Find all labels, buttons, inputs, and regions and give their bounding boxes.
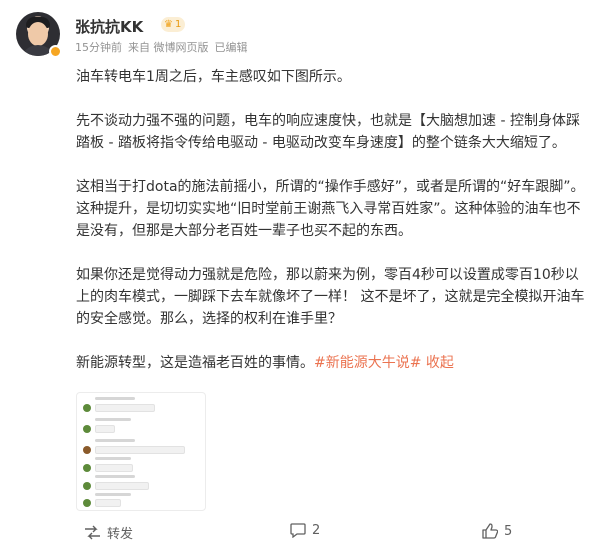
comment-icon (290, 523, 306, 538)
paragraph-2: 先不谈动力强不强的问题，电车的响应速度快，也就是【大脑想加速 - 控制身体踩踏板… (76, 113, 580, 151)
chat-row (83, 462, 133, 474)
username[interactable]: 张抗抗KK (75, 16, 143, 37)
chat-row (83, 402, 155, 414)
like-count: 5 (504, 523, 513, 539)
post-source: 来自 微博网页版 (128, 41, 209, 54)
chat-name (95, 457, 131, 460)
paragraph-4: 如果你还是觉得动力强就是危险，那以蔚来为例，零百4秒可以设置成零百10秒以上的肉… (76, 267, 585, 327)
post-header: 张抗抗KK ♛ 1 15分钟前 来自 微博网页版 已编辑 (16, 12, 586, 62)
post-meta: 15分钟前 来自 微博网页版 已编辑 (75, 39, 248, 55)
hashtag-link[interactable]: #新能源大牛说# (314, 355, 421, 371)
avatar-face (28, 22, 48, 46)
paragraph-5-text: 新能源转型，这是造福老百姓的事情。 (76, 355, 314, 371)
repost-label: 转发 (107, 527, 134, 542)
comment-button[interactable]: 2 (290, 523, 320, 538)
post-image[interactable] (76, 392, 206, 511)
chat-row (83, 480, 149, 492)
chat-name (95, 418, 131, 421)
paragraph-1: 油车转电车1周之后，车主感叹如下图所示。 (76, 69, 351, 85)
action-bar: 转发 2 5 (0, 520, 600, 542)
chat-row (83, 497, 121, 509)
comment-count: 2 (312, 523, 321, 538)
chat-row (83, 444, 185, 456)
like-icon (482, 523, 498, 539)
chat-name (95, 397, 135, 400)
collapse-link[interactable]: 收起 (426, 355, 454, 371)
member-level: 1 (174, 19, 182, 30)
edited-label[interactable]: 已编辑 (215, 39, 248, 55)
post-content: 油车转电车1周之后，车主感叹如下图所示。 先不谈动力强不强的问题，电车的响应速度… (76, 66, 588, 396)
member-badge[interactable]: ♛ 1 (161, 17, 186, 32)
crown-icon: ♛ (164, 19, 173, 30)
verified-badge-icon (49, 45, 62, 58)
chat-name (95, 439, 135, 442)
paragraph-5: 新能源转型，这是造福老百姓的事情。#新能源大牛说# 收起 (76, 352, 588, 374)
paragraph-3: 这相当于打dota的施法前摇小，所谓的“操作手感好”，或者是所谓的“好车跟脚”。… (76, 179, 585, 239)
post-time[interactable]: 15分钟前 (75, 39, 122, 55)
chat-row (83, 423, 115, 435)
chat-name (95, 475, 135, 478)
repost-icon (85, 525, 100, 540)
like-button[interactable]: 5 (482, 523, 512, 539)
chat-name (95, 493, 131, 496)
repost-button[interactable]: 转发 (84, 523, 133, 542)
